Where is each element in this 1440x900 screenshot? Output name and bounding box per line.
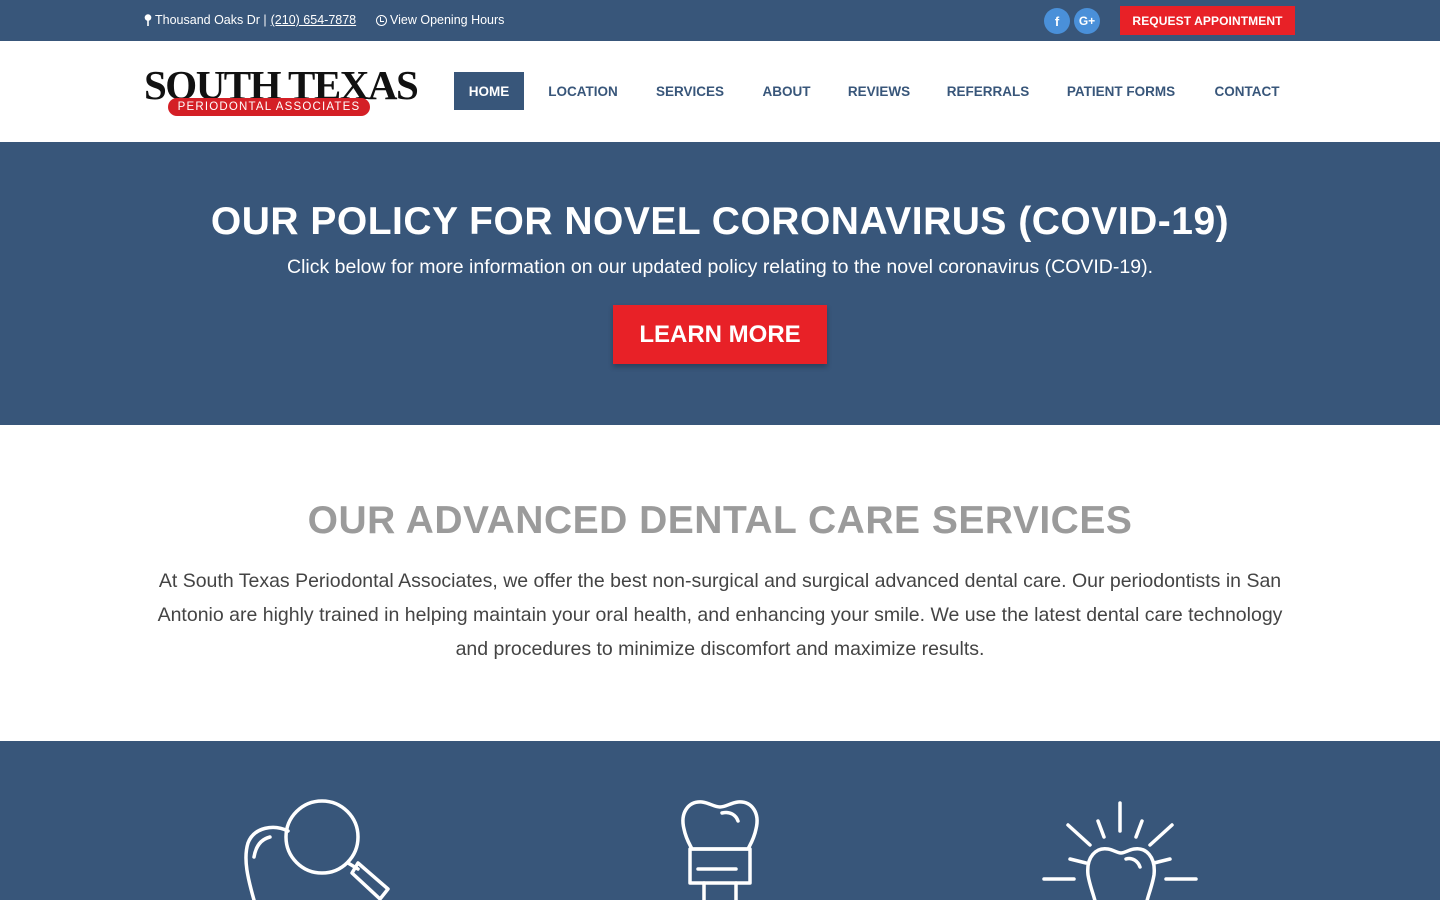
nav-contact[interactable]: CONTACT (1201, 72, 1293, 110)
top-bar: Thousand Oaks Dr | (210) 654-7878 View O… (0, 0, 1440, 41)
shining-tooth-icon[interactable] (1040, 799, 1202, 900)
facebook-icon[interactable]: f (1044, 8, 1070, 34)
nav-location[interactable]: LOCATION (535, 72, 631, 110)
nav-patient-forms[interactable]: PATIENT FORMS (1053, 72, 1189, 110)
nav-services[interactable]: SERVICES (644, 72, 736, 110)
nav-referrals[interactable]: REFERRALS (935, 72, 1041, 110)
learn-more-button[interactable]: LEARN MORE (613, 305, 827, 364)
site-logo[interactable]: SOUTH TEXAS PERIODONTAL ASSOCIATES (144, 63, 419, 119)
google-plus-icon[interactable]: G+ (1074, 8, 1100, 34)
tooth-magnifier-icon[interactable] (240, 799, 405, 900)
covid-title: OUR POLICY FOR NOVEL CORONAVIRUS (COVID-… (210, 200, 1230, 243)
nav-about[interactable]: ABOUT (749, 72, 824, 110)
opening-hours-label: View Opening Hours (390, 13, 505, 27)
site-header: SOUTH TEXAS PERIODONTAL ASSOCIATES HOME … (0, 41, 1440, 142)
covid-subtitle: Click below for more information on our … (287, 256, 1153, 278)
dental-crown-icon[interactable] (678, 799, 764, 900)
logo-text-sub: PERIODONTAL ASSOCIATES (168, 98, 370, 116)
phone-link[interactable]: (210) 654-7878 (271, 13, 356, 27)
services-description: At South Texas Periodontal Associates, w… (157, 570, 1283, 660)
nav-reviews[interactable]: REVIEWS (836, 72, 922, 110)
covid-banner: OUR POLICY FOR NOVEL CORONAVIRUS (COVID-… (0, 142, 1440, 425)
map-pin-icon (144, 14, 152, 26)
nav-home[interactable]: HOME (454, 72, 524, 110)
clock-icon (376, 14, 387, 26)
services-title: OUR ADVANCED DENTAL CARE SERVICES (307, 499, 1133, 542)
address-info: Thousand Oaks Dr | (210) 654-7878 (144, 13, 356, 27)
request-appointment-button[interactable]: REQUEST APPOINTMENT (1120, 6, 1295, 35)
services-intro-section: OUR ADVANCED DENTAL CARE SERVICES At Sou… (0, 425, 1440, 741)
opening-hours-link[interactable]: View Opening Hours (376, 13, 504, 27)
services-icons-band (0, 741, 1440, 900)
address-text: Thousand Oaks Dr | (155, 13, 267, 27)
